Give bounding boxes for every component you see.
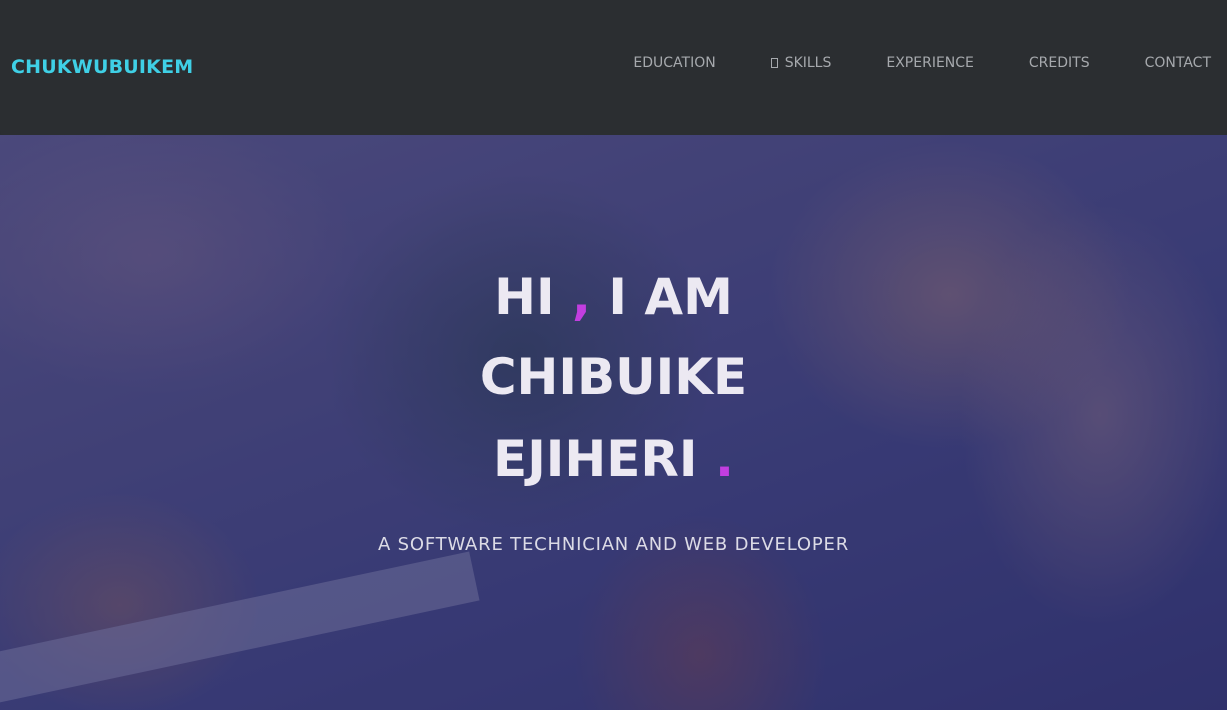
nav-education-label: EDUCATION (633, 55, 716, 71)
headline-first-name: CHIBUIKE (479, 348, 748, 406)
nav-contact[interactable]: CONTACT (1145, 55, 1211, 71)
nav-skills-label: SKILLS (784, 55, 832, 71)
headline-dot: . (714, 430, 734, 488)
brand-logo[interactable]: CHUKWUBUIKEM (11, 56, 193, 78)
hero-subtitle: A SOFTWARE TECHNICIAN AND WEB DEVELOPER (377, 534, 850, 555)
nav-menu: EDUCATION SKILLS EXPERIENCE CREDITS CONT… (633, 55, 1211, 71)
headline-greeting: HI (494, 268, 555, 326)
nav-education[interactable]: EDUCATION (633, 55, 715, 71)
headline-line-3: EJIHERI . (0, 418, 1227, 500)
nav-experience-label: EXPERIENCE (886, 55, 974, 71)
nav-skills[interactable]: SKILLS (770, 55, 832, 71)
skills-icon (770, 58, 778, 68)
headline-line-2: CHIBUIKE (0, 336, 1227, 418)
nav-credits-label: CREDITS (1028, 55, 1090, 71)
headline-line-1: HI , I AM (0, 256, 1227, 338)
headline-last-name: EJIHERI (493, 430, 698, 488)
headline-comma: , (571, 268, 591, 326)
nav-contact-label: CONTACT (1144, 55, 1211, 71)
nav-credits[interactable]: CREDITS (1029, 55, 1090, 71)
nav-experience[interactable]: EXPERIENCE (886, 55, 974, 71)
navbar: CHUKWUBUIKEM EDUCATION SKILLS EXPERIENCE… (0, 0, 1227, 135)
headline-i-am: I AM (608, 268, 733, 326)
